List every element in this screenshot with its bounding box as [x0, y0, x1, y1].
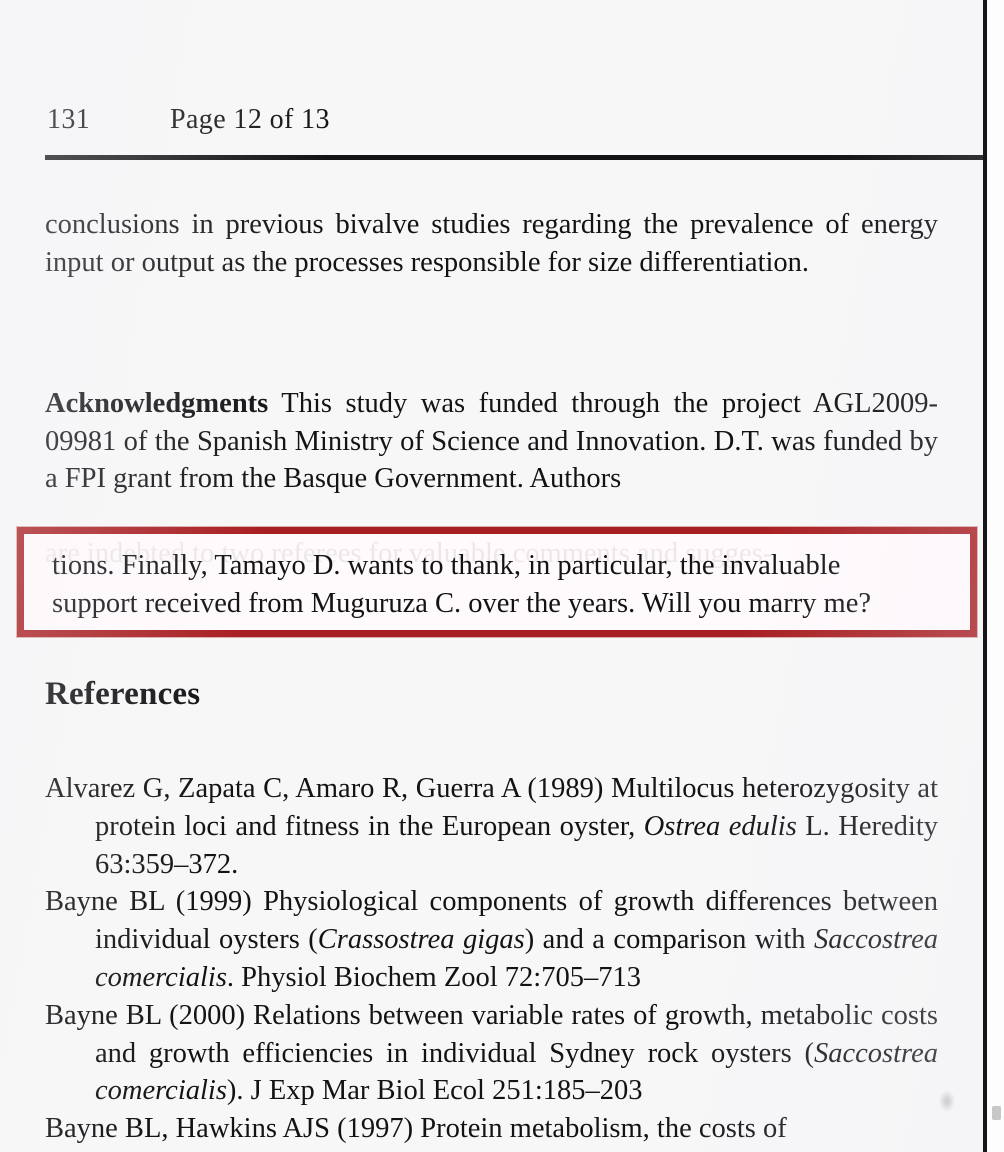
reference-text-post: ). J Exp Mar Biol Ecol 251:185–203: [226, 1075, 643, 1107]
highlighted-proposal-text: tions. Finally, Tamayo D. wants to thank…: [52, 547, 945, 622]
highlight-line-2: support received from Muguruza C. over t…: [52, 587, 872, 619]
reference-list: Alvarez G, Zapata C, Amaro R, Guerra A (…: [45, 770, 938, 1148]
references-heading: References: [45, 676, 201, 712]
reference-entry: Bayne BL (2000) Relations between variab…: [45, 997, 938, 1110]
species-name: Crassostrea gigas: [317, 924, 525, 956]
reference-text-pre: Bayne BL, Hawkins AJS (1997) Protein met…: [45, 1113, 787, 1145]
reference-entry: Bayne BL, Hawkins AJS (1997) Protein met…: [45, 1110, 938, 1148]
header-rule: [45, 155, 983, 160]
red-highlight-annotation-box: tions. Finally, Tamayo D. wants to thank…: [17, 527, 977, 637]
scan-smudge-artifact: [939, 1090, 955, 1112]
running-head: 131 Page 12 of 13: [0, 104, 983, 146]
paragraph-conclusions-text: conclusions in previous bivalve studies …: [45, 209, 938, 278]
highlight-line-1: tions. Finally, Tamayo D. wants to thank…: [52, 550, 841, 581]
scanned-page: 131 Page 12 of 13 conclusions in previou…: [0, 0, 983, 1152]
reference-text-post: . Physiol Biochem Zool 72:705–713: [226, 961, 641, 993]
scan-edge-artifact: [992, 1106, 1001, 1120]
outer-margin: [987, 0, 1004, 1152]
species-name: Ostrea edulis: [643, 810, 797, 842]
acknowledgments-label: Acknowledgments: [45, 388, 269, 419]
page-number-label: Page 12 of 13: [170, 104, 330, 135]
reference-text-mid: ) and a comparison with: [524, 924, 814, 956]
paragraph-acknowledgments: Acknowledgments This study was funded th…: [45, 385, 938, 498]
reference-entry: Bayne BL (1999) Physiological components…: [45, 883, 938, 996]
acknowledgments-paragraph-text: Acknowledgments This study was funded th…: [45, 385, 938, 498]
page-folio-number: 131: [47, 104, 91, 135]
reference-text-pre: Bayne BL (2000) Relations between variab…: [45, 999, 938, 1069]
paragraph-conclusions: conclusions in previous bivalve studies …: [45, 206, 938, 281]
reference-entry: Alvarez G, Zapata C, Amaro R, Guerra A (…: [45, 770, 938, 883]
